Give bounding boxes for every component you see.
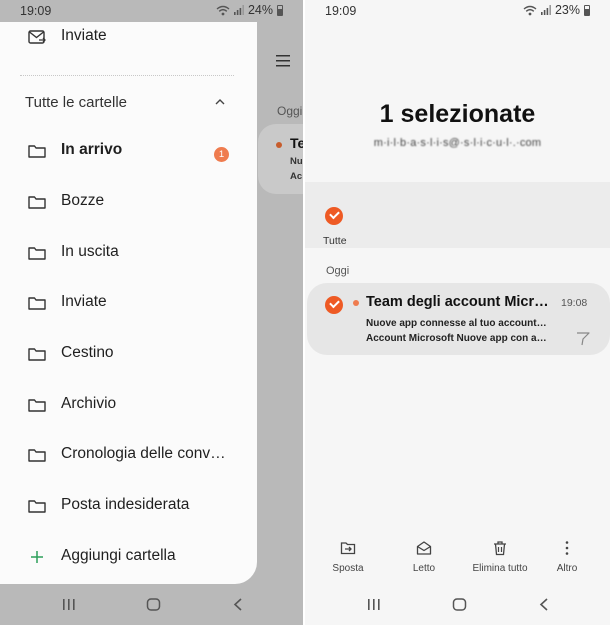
chevron-up-icon[interactable]: [214, 98, 226, 106]
status-bar: 19:09 23%: [305, 0, 610, 22]
left-screen: 19:09 24% Oggi Te Nu Ac Inviate Tutte le…: [0, 0, 303, 625]
select-all-label: Tutte: [323, 235, 347, 247]
mail-preview: Account Microsoft Nuove app con a…: [366, 333, 547, 344]
move-icon: [340, 542, 356, 555]
mail-title: Te: [290, 135, 303, 151]
wifi-icon: [523, 5, 537, 15]
unread-badge: 1: [214, 147, 229, 162]
status-time: 19:09: [325, 4, 357, 18]
system-nav-bar: [0, 585, 303, 625]
drawer-item-spam[interactable]: Posta indesiderata: [0, 486, 257, 532]
add-folder-label: Aggiungi cartella: [61, 547, 176, 564]
back-icon[interactable]: [539, 598, 549, 611]
status-icons: 23%: [523, 3, 590, 17]
delete-all-button[interactable]: Elimina tutto: [462, 540, 538, 574]
selection-title: 1 selezionate: [379, 100, 536, 128]
battery-icon: [584, 4, 590, 16]
unread-dot: [276, 142, 282, 148]
add-folder-button[interactable]: Aggiungi cartella: [0, 537, 257, 583]
drawer-item-label: Archivio: [61, 395, 117, 412]
menu-icon: [276, 55, 290, 67]
mail-sender: Team degli account Micro…: [366, 294, 556, 310]
home-icon[interactable]: [146, 598, 161, 611]
mail-time: 19:08: [561, 297, 588, 309]
mark-read-icon: [416, 541, 432, 555]
mail-line: Nu: [290, 156, 303, 167]
send-mail-icon: [28, 30, 46, 44]
drawer-item-label: Cestino: [61, 344, 114, 361]
mail-list-item[interactable]: Team degli account Micro… 19:08 Nuove ap…: [307, 283, 610, 355]
folder-icon: [28, 247, 46, 260]
recent-apps-icon[interactable]: [367, 598, 381, 611]
mail-card: Te Nu Ac: [258, 124, 303, 194]
more-button[interactable]: Altro: [529, 540, 605, 574]
plus-icon: [31, 551, 43, 563]
folder-icon: [28, 196, 46, 209]
section-label: Oggi: [277, 104, 303, 118]
folder-icon: [28, 449, 46, 462]
bottom-action-bar: Sposta Letto Elimina tutto Altro: [305, 540, 610, 580]
drawer-item-label: Bozze: [61, 192, 105, 209]
folder-icon: [28, 297, 46, 310]
drawer-item-outbox[interactable]: In uscita: [0, 233, 257, 279]
drawer-item-trash[interactable]: Cestino: [0, 334, 257, 380]
select-all-checkbox[interactable]: [325, 207, 343, 225]
section-all-folders[interactable]: Tutte le cartelle: [25, 94, 127, 111]
folder-drawer: Inviate Tutte le cartelle In arrivo 1 Bo…: [0, 22, 257, 584]
mail-line: Ac: [290, 171, 303, 182]
drawer-item-history[interactable]: Cronologia delle conve…: [0, 435, 257, 481]
back-icon[interactable]: [233, 598, 243, 611]
divider: [20, 75, 234, 76]
mail-checkbox[interactable]: [325, 296, 343, 314]
drawer-item-label: Inviate: [61, 293, 107, 310]
right-screen: 19:09 23% 1 selezionate m·i·l·b·a·s·l·i·…: [305, 0, 610, 625]
select-all-bar: Tutte: [305, 182, 610, 248]
drawer-item-drafts[interactable]: Bozze: [0, 182, 257, 228]
move-label: Sposta: [332, 563, 364, 574]
flag-icon[interactable]: [575, 330, 591, 346]
mark-read-button[interactable]: Letto: [386, 540, 462, 574]
drawer-item-label: Inviate: [61, 27, 107, 44]
home-icon[interactable]: [452, 598, 467, 611]
drawer-item-archive[interactable]: Archivio: [0, 385, 257, 431]
drawer-item-sent-folder[interactable]: Inviate: [0, 283, 257, 329]
more-vertical-icon: [565, 541, 569, 555]
drawer-item-sent[interactable]: Inviate: [0, 17, 257, 63]
section-label: Oggi: [326, 265, 350, 277]
recent-apps-icon[interactable]: [62, 598, 76, 611]
folder-icon: [28, 145, 46, 158]
system-nav-bar: [305, 585, 610, 625]
delete-all-label: Elimina tutto: [472, 563, 528, 574]
unread-dot: [353, 300, 359, 306]
drawer-item-label: Cronologia delle conve…: [61, 445, 231, 462]
trash-icon: [494, 541, 506, 556]
more-label: Altro: [556, 563, 578, 574]
folder-icon: [28, 399, 46, 412]
drawer-item-label: Posta indesiderata: [61, 496, 190, 513]
folder-icon: [28, 348, 46, 361]
mark-read-label: Letto: [412, 563, 436, 574]
folder-icon: [28, 500, 46, 513]
account-email: m·i·l·b·a·s·l·i·s@·s·l·i·c·u·l·.·com: [373, 137, 542, 149]
mail-subject: Nuove app connesse al tuo account…: [366, 318, 547, 329]
move-button[interactable]: Sposta: [310, 540, 386, 574]
battery-percent: 23%: [554, 3, 580, 17]
drawer-item-label: In uscita: [61, 243, 119, 260]
signal-icon: [540, 5, 551, 15]
drawer-item-label: In arrivo: [61, 141, 123, 158]
